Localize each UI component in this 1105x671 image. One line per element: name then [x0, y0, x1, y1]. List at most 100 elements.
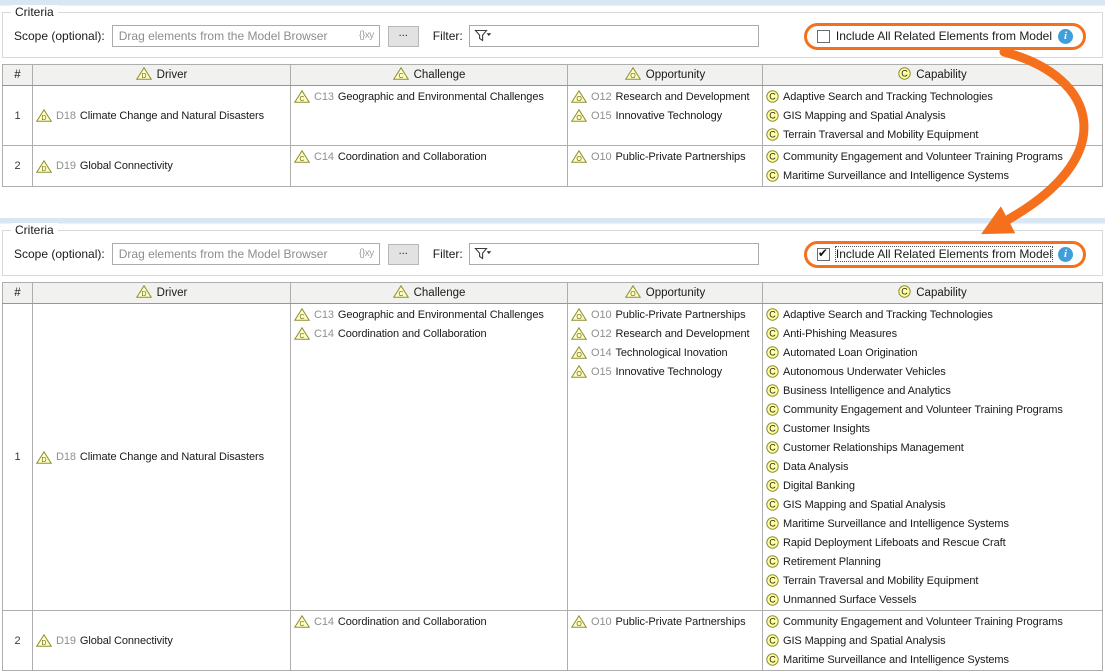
- row-number-cell[interactable]: 1: [3, 86, 33, 146]
- challenge-cell: CC14Coordination and Collaboration: [291, 611, 568, 671]
- scope-input[interactable]: [112, 25, 380, 47]
- capability-item[interactable]: CData Analysis: [766, 457, 1099, 476]
- capability-cell: CAdaptive Search and Tracking Technologi…: [763, 304, 1103, 611]
- capability-item[interactable]: CAnti-Phishing Measures: [766, 324, 1099, 343]
- svg-text:C: C: [902, 69, 909, 79]
- capability-item[interactable]: CCommunity Engagement and Volunteer Trai…: [766, 612, 1099, 631]
- capability-item[interactable]: CAutonomous Underwater Vehicles: [766, 362, 1099, 381]
- info-icon[interactable]: i: [1058, 247, 1073, 262]
- capability-icon: C: [766, 593, 779, 606]
- capability-item[interactable]: CGIS Mapping and Spatial Analysis: [766, 106, 1099, 125]
- opportunity-item[interactable]: OO10Public-Private Partnerships: [571, 147, 759, 166]
- header-challenge: CChallenge: [291, 283, 568, 304]
- row-number-cell[interactable]: 2: [3, 146, 33, 187]
- driver-icon: D: [136, 67, 152, 83]
- opportunity-icon: O: [625, 67, 641, 83]
- capability-item[interactable]: CMaritime Surveillance and Intelligence …: [766, 166, 1099, 185]
- element-name: Autonomous Underwater Vehicles: [783, 366, 946, 378]
- capability-item[interactable]: CAdaptive Search and Tracking Technologi…: [766, 87, 1099, 106]
- filter-funnel-icon[interactable]: [474, 247, 492, 264]
- challenge-cell: CC14Coordination and Collaboration: [291, 146, 568, 187]
- svg-text:C: C: [769, 92, 776, 102]
- capability-icon: C: [766, 422, 779, 435]
- svg-text:D: D: [42, 166, 47, 173]
- element-id: O12: [591, 91, 612, 103]
- opportunity-icon: O: [571, 150, 587, 163]
- svg-text:C: C: [769, 443, 776, 453]
- capability-item[interactable]: CCommunity Engagement and Volunteer Trai…: [766, 147, 1099, 166]
- element-name: Maritime Surveillance and Intelligence S…: [783, 654, 1009, 666]
- capability-item[interactable]: CAutomated Loan Origination: [766, 343, 1099, 362]
- capability-cell: CCommunity Engagement and Volunteer Trai…: [763, 611, 1103, 671]
- capability-item[interactable]: CCustomer Relationships Management: [766, 438, 1099, 457]
- opportunity-item[interactable]: OO10Public-Private Partnerships: [571, 305, 759, 324]
- browse-button[interactable]: ...: [388, 244, 419, 265]
- driver-item[interactable]: DD18Climate Change and Natural Disasters: [36, 106, 287, 125]
- element-name: Business Intelligence and Analytics: [783, 385, 951, 397]
- capability-item[interactable]: CAdaptive Search and Tracking Technologi…: [766, 305, 1099, 324]
- challenge-item[interactable]: CC14Coordination and Collaboration: [294, 612, 564, 631]
- capability-item[interactable]: CMaritime Surveillance and Intelligence …: [766, 514, 1099, 533]
- capability-cell: CCommunity Engagement and Volunteer Trai…: [763, 146, 1103, 187]
- opportunity-item[interactable]: OO12Research and Development: [571, 324, 759, 343]
- driver-icon: D: [36, 451, 52, 464]
- row-number-cell[interactable]: 2: [3, 611, 33, 671]
- capability-icon: C: [766, 536, 779, 549]
- challenge-item[interactable]: CC14Coordination and Collaboration: [294, 147, 564, 166]
- opportunity-item[interactable]: OO12Research and Development: [571, 87, 759, 106]
- scope-input[interactable]: [112, 243, 380, 265]
- capability-item[interactable]: CTerrain Traversal and Mobility Equipmen…: [766, 125, 1099, 144]
- capability-item[interactable]: CGIS Mapping and Spatial Analysis: [766, 495, 1099, 514]
- opportunity-item[interactable]: OO14Technological Inovation: [571, 343, 759, 362]
- challenge-item[interactable]: CC13Geographic and Environmental Challen…: [294, 87, 564, 106]
- capability-item[interactable]: CBusiness Intelligence and Analytics: [766, 381, 1099, 400]
- element-name: Rapid Deployment Lifeboats and Rescue Cr…: [783, 537, 1006, 549]
- browse-button[interactable]: ...: [388, 26, 419, 47]
- capability-item[interactable]: C Rapid Deployment Lifeboats and Rescue C…: [766, 533, 1099, 552]
- capability-item[interactable]: CDigital Banking: [766, 476, 1099, 495]
- svg-text:C: C: [769, 424, 776, 434]
- section-after: Criteria Scope (optional): {}xy ... Filt…: [0, 218, 1105, 671]
- driver-cell: DD19Global Connectivity: [33, 146, 291, 187]
- svg-text:D: D: [42, 115, 47, 122]
- svg-text:C: C: [398, 73, 403, 80]
- include-checkbox-label[interactable]: Include All Related Elements from Model: [836, 247, 1052, 261]
- element-id: O10: [591, 616, 612, 628]
- element-name: Research and Development: [616, 328, 750, 340]
- challenge-item[interactable]: CC14Coordination and Collaboration: [294, 324, 564, 343]
- driver-cell: DD18Climate Change and Natural Disasters: [33, 304, 291, 611]
- criteria-group-label: Criteria: [11, 5, 58, 19]
- driver-item[interactable]: DD19Global Connectivity: [36, 157, 287, 176]
- driver-item[interactable]: DD18Climate Change and Natural Disasters: [36, 448, 287, 467]
- capability-icon: C: [766, 90, 779, 103]
- svg-text:C: C: [769, 171, 776, 181]
- element-id: D19: [56, 635, 76, 647]
- opportunity-item[interactable]: OO15Innovative Technology: [571, 106, 759, 125]
- filter-input[interactable]: [469, 25, 759, 47]
- filter-input[interactable]: [469, 243, 759, 265]
- criteria-matrix-table: # DDriver CChallenge OOpportunity CCapab…: [2, 64, 1103, 187]
- challenge-icon: C: [294, 90, 310, 103]
- capability-item[interactable]: CGIS Mapping and Spatial Analysis: [766, 631, 1099, 650]
- capability-item[interactable]: CMaritime Surveillance and Intelligence …: [766, 650, 1099, 669]
- include-checkbox[interactable]: [817, 30, 830, 43]
- capability-item[interactable]: CCommunity Engagement and Volunteer Trai…: [766, 400, 1099, 419]
- driver-item[interactable]: DD19Global Connectivity: [36, 631, 287, 650]
- include-checkbox[interactable]: [817, 248, 830, 261]
- capability-item[interactable]: CCustomer Insights: [766, 419, 1099, 438]
- capability-item[interactable]: CTerrain Traversal and Mobility Equipmen…: [766, 571, 1099, 590]
- element-name: Coordination and Collaboration: [338, 151, 487, 163]
- include-checkbox-label[interactable]: Include All Related Elements from Model: [836, 29, 1052, 43]
- driver-icon: D: [36, 160, 52, 173]
- row-number-cell[interactable]: 1: [3, 304, 33, 611]
- svg-text:C: C: [300, 96, 305, 103]
- capability-item[interactable]: CUnmanned Surface Vessels: [766, 590, 1099, 609]
- element-name: Geographic and Environmental Challenges: [338, 91, 544, 103]
- opportunity-item[interactable]: OO10Public-Private Partnerships: [571, 612, 759, 631]
- info-icon[interactable]: i: [1058, 29, 1073, 44]
- capability-item[interactable]: CRetirement Planning: [766, 552, 1099, 571]
- criteria-matrix-table: # DDriver CChallenge OOpportunity CCapab…: [2, 282, 1103, 671]
- opportunity-item[interactable]: OO15Innovative Technology: [571, 362, 759, 381]
- filter-funnel-icon[interactable]: [474, 29, 492, 46]
- challenge-item[interactable]: CC13Geographic and Environmental Challen…: [294, 305, 564, 324]
